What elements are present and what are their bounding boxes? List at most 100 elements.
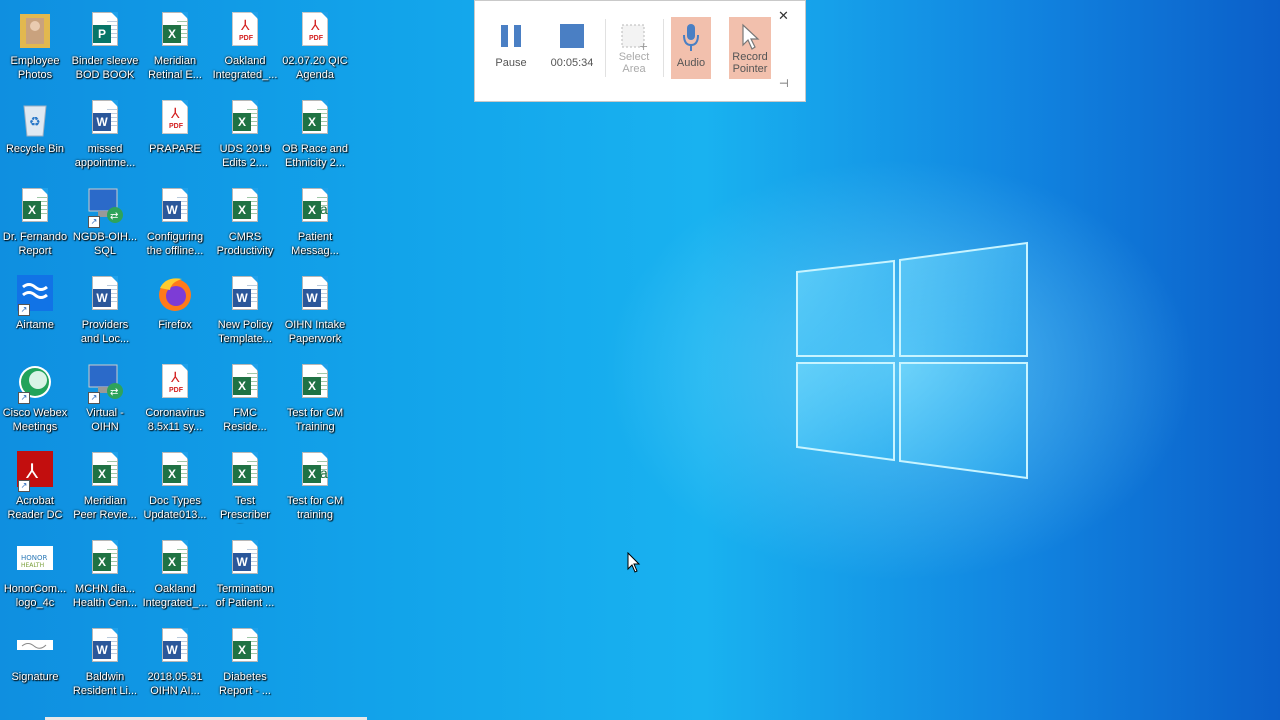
record-pointer-button[interactable]: Record Pointer xyxy=(729,17,771,79)
desktop-icon[interactable]: X FMC Reside... xyxy=(210,356,280,444)
desktop-icon[interactable]: W Termination of Patient ... xyxy=(210,532,280,620)
image-icon: HONOR HEALTH xyxy=(16,538,54,578)
desktop-icon[interactable]: Employee Photos xyxy=(0,4,70,92)
desktop-icon-label: Patient Messag... xyxy=(291,231,339,257)
word-file-icon: W xyxy=(226,274,264,314)
desktop-icon[interactable]: ⅄ PDF 02.07.20 QIC Agenda xyxy=(280,4,350,92)
desktop-icon[interactable]: ⅄ PDF Oakland Integrated_... xyxy=(210,4,280,92)
desktop-icon[interactable]: X MCHN.dia... Health Cen... xyxy=(70,532,140,620)
stop-icon xyxy=(560,24,584,48)
select-area-button[interactable]: + Select Area xyxy=(611,17,657,79)
desktop-icon-label: NGDB-OIH... SQL xyxy=(72,231,138,257)
desktop-icon[interactable]: Wmissed appointme... xyxy=(70,92,140,180)
excel-file-icon: X xyxy=(226,98,264,138)
close-icon[interactable]: ✕ xyxy=(778,9,789,24)
select-area-label: Select Area xyxy=(618,51,650,75)
desktop-icon[interactable]: Xa Patient Messag... xyxy=(280,180,350,268)
desktop-icon-label: Airtame xyxy=(16,319,54,331)
desktop-icon-label: Virtual - OIHN xyxy=(86,407,124,433)
desktop-icon[interactable]: X Meridian Retinal E... xyxy=(140,4,210,92)
desktop-icon-label: FMC Reside... xyxy=(223,407,267,433)
desktop-icon[interactable]: P Binder sleeve BOD BOOK xyxy=(70,4,140,92)
desktop-icon[interactable]: X UDS 2019 Edits 2.... xyxy=(210,92,280,180)
webex-icon: ↗ xyxy=(16,362,54,404)
screen-recorder-toolbar: Pause 00:05:34 + Select Area Audio Recor… xyxy=(474,0,806,102)
desktop-icon[interactable]: X CMRS Productivity xyxy=(210,180,280,268)
desktop-icon[interactable]: ♻ Recycle Bin xyxy=(0,92,70,180)
desktop-icon[interactable]: ⅄ PDF Coronavirus 8.5x11 sy... xyxy=(140,356,210,444)
audio-button[interactable]: Audio xyxy=(671,17,711,79)
word-file-icon: W xyxy=(86,98,124,138)
desktop-icon-label: Meridian Peer Revie... xyxy=(73,495,137,521)
desktop-icon-label: Recycle Bin xyxy=(5,143,65,155)
excel-file-icon: X xyxy=(156,538,194,578)
desktop-icon[interactable]: W OIHN Intake Paperwork xyxy=(280,268,350,356)
desktop-icon-label: Configuring the offline... xyxy=(146,231,204,257)
excel-file-icon: X xyxy=(226,186,264,226)
svg-text:⇄: ⇄ xyxy=(110,211,118,222)
desktop-icon-label: Baldwin Resident Li... xyxy=(72,671,138,697)
desktop-icon[interactable]: ⅄ ↗ Acrobat Reader DC xyxy=(0,444,70,532)
microphone-icon xyxy=(683,24,699,51)
desktop-icon-label: 02.07.20 QIC Agenda xyxy=(282,55,348,81)
desktop-icon[interactable]: X Oakland Integrated_... xyxy=(140,532,210,620)
desktop-icon[interactable]: Firefox xyxy=(140,268,210,356)
pause-button[interactable]: Pause xyxy=(491,17,531,79)
desktop-icon[interactable]: ↗ Cisco Webex Meetings xyxy=(0,356,70,444)
desktop-icon[interactable]: W 2018.05.31 OIHN AI... xyxy=(140,620,210,708)
desktop-icon[interactable]: X Meridian Peer Revie... xyxy=(70,444,140,532)
desktop-icon[interactable]: X Test for CM Training xyxy=(280,356,350,444)
excel-file-icon: Xa xyxy=(296,450,334,490)
desktop-icon[interactable]: W New Policy Template... xyxy=(210,268,280,356)
desktop-icon[interactable]: ↗ Airtame xyxy=(0,268,70,356)
pin-icon[interactable]: ⊣ xyxy=(779,77,789,90)
desktop-icon[interactable]: X Diabetes Report - ... xyxy=(210,620,280,708)
desktop-icon-label: Cisco Webex Meetings xyxy=(2,407,68,433)
desktop-icon[interactable]: X Dr. Fernando Report xyxy=(0,180,70,268)
desktop-icon-label: PRAPARE xyxy=(149,143,201,155)
desktop-icon-label: Firefox xyxy=(158,319,192,331)
desktop-icon-label: CMRS Productivity xyxy=(216,231,274,257)
word-file-icon: W xyxy=(156,626,194,666)
desktop-icon-label: Providers and Loc... xyxy=(80,319,130,345)
desktop-icon-label: Signature xyxy=(11,671,59,683)
stop-button[interactable]: 00:05:34 xyxy=(549,17,595,79)
pause-icon xyxy=(501,25,521,47)
pdf-file-icon: ⅄ PDF xyxy=(296,10,334,50)
recycle-icon: ♻ xyxy=(16,98,54,138)
desktop-icon[interactable]: HONOR HEALTH HonorCom... logo_4c xyxy=(0,532,70,620)
desktop-icon[interactable]: ⇄ ↗ Virtual - OIHN xyxy=(70,356,140,444)
elapsed-time: 00:05:34 xyxy=(550,57,594,69)
excel-file-icon: Xa xyxy=(296,186,334,226)
word-file-icon: W xyxy=(86,626,124,666)
desktop-icon[interactable]: Xa Test for CM training xyxy=(280,444,350,532)
rdp-icon: ⇄ ↗ xyxy=(86,186,124,228)
desktop-icon-label: Meridian Retinal E... xyxy=(148,55,202,81)
word-file-icon: W xyxy=(296,274,334,314)
excel-file-icon: X xyxy=(226,450,264,490)
word-file-icon: W xyxy=(226,538,264,578)
desktop-icon-label: Termination of Patient ... xyxy=(215,583,275,609)
desktop-icon[interactable]: X OB Race and Ethnicity 2... xyxy=(280,92,350,180)
desktop-icon-label: 2018.05.31 OIHN AI... xyxy=(147,671,203,697)
excel-file-icon: X xyxy=(296,362,334,402)
desktop-icon[interactable]: ⅄ PDF PRAPARE xyxy=(140,92,210,180)
acrobat-icon: ⅄ ↗ xyxy=(16,450,54,492)
desktop-icon-label: MCHN.dia... Health Cen... xyxy=(72,583,138,609)
select-area-icon: + xyxy=(621,24,648,51)
desktop-icon[interactable]: Signature xyxy=(0,620,70,708)
excel-file-icon: X xyxy=(86,450,124,490)
desktop-icon-label: missed appointme... xyxy=(74,143,136,169)
desktop-icon-label: Binder sleeve BOD BOOK xyxy=(71,55,139,81)
desktop-icon[interactable]: W Providers and Loc... xyxy=(70,268,140,356)
pdf-file-icon: ⅄ PDF xyxy=(156,98,194,138)
desktop-icon[interactable]: X Doc Types Update013... xyxy=(140,444,210,532)
svg-text:+: + xyxy=(639,40,648,51)
desktop-icon[interactable]: W Configuring the offline... xyxy=(140,180,210,268)
desktop-icon[interactable]: X Test Prescriber R... xyxy=(210,444,280,532)
desktop-icon-label: Oakland Integrated_... xyxy=(212,55,278,81)
desktop-icon-label: Dr. Fernando Report xyxy=(2,231,68,257)
desktop-icon[interactable]: W Baldwin Resident Li... xyxy=(70,620,140,708)
desktop-icon[interactable]: ⇄ ↗ NGDB-OIH... SQL xyxy=(70,180,140,268)
excel-file-icon: X xyxy=(86,538,124,578)
